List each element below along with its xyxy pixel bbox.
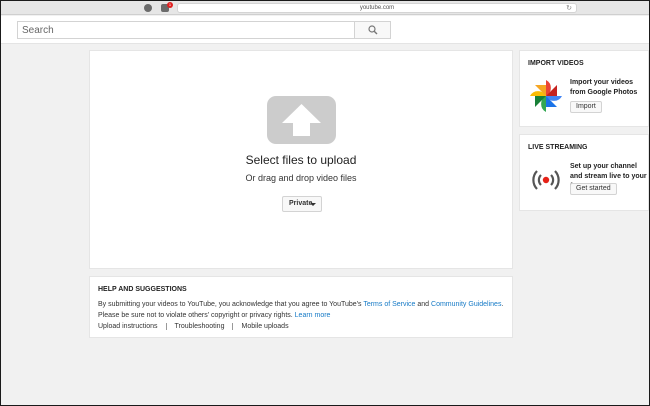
import-videos-title: IMPORT VIDEOS [528,60,584,67]
help-links: Upload instructions Troubleshooting Mobile… [98,323,305,330]
address-bar[interactable]: youtube.com ↻ [177,3,577,13]
live-broadcast-icon [532,170,560,190]
help-title: HELP AND SUGGESTIONS [98,286,187,293]
terms-of-service-link[interactable]: Terms of Service [363,301,415,308]
help-text: By submitting your videos to YouTube, yo… [98,299,508,321]
mobile-uploads-link[interactable]: Mobile uploads [241,323,296,330]
learn-more-link[interactable]: Learn more [295,312,331,319]
chevron-down-icon [310,203,316,206]
help-text-part: By submitting your videos to YouTube, yo… [98,301,364,308]
help-text-part: and [415,301,432,308]
search-button[interactable] [354,21,391,39]
search-icon [368,25,378,35]
troubleshooting-link[interactable]: Troubleshooting [175,323,234,330]
notification-badge: 1 [167,2,173,8]
search-input[interactable] [17,21,354,39]
upload-instructions-link[interactable]: Upload instructions [98,323,167,330]
help-panel: HELP AND SUGGESTIONS By submitting your … [89,276,513,338]
privacy-value: Private [289,200,313,207]
extension-icon[interactable] [144,4,152,12]
import-videos-description: Import your videos from Google Photos [570,79,638,96]
upload-panel[interactable]: Select files to upload Or drag and drop … [89,50,513,269]
upload-subtitle: Or drag and drop video files [245,173,357,183]
reload-icon[interactable]: ↻ [566,5,572,12]
live-streaming-title: LIVE STREAMING [528,144,588,151]
upload-arrow-icon[interactable] [267,96,336,144]
browser-window: 1 youtube.com ↻ Select files to upload O… [1,1,649,405]
address-text: youtube.com [359,5,395,11]
google-photos-icon [530,80,562,112]
browser-toolbar: 1 youtube.com ↻ [1,1,649,15]
community-guidelines-link[interactable]: Community Guidelines [431,301,501,308]
import-button[interactable]: Import [570,101,602,113]
get-started-button[interactable]: Get started [570,183,617,195]
upload-title: Select files to upload [245,153,357,167]
privacy-dropdown[interactable]: Private [282,196,322,212]
page-header [1,16,649,44]
import-videos-panel: IMPORT VIDEOS Import your videos from Go… [519,50,649,127]
live-streaming-panel: LIVE STREAMING Set up your channel and s… [519,134,649,211]
